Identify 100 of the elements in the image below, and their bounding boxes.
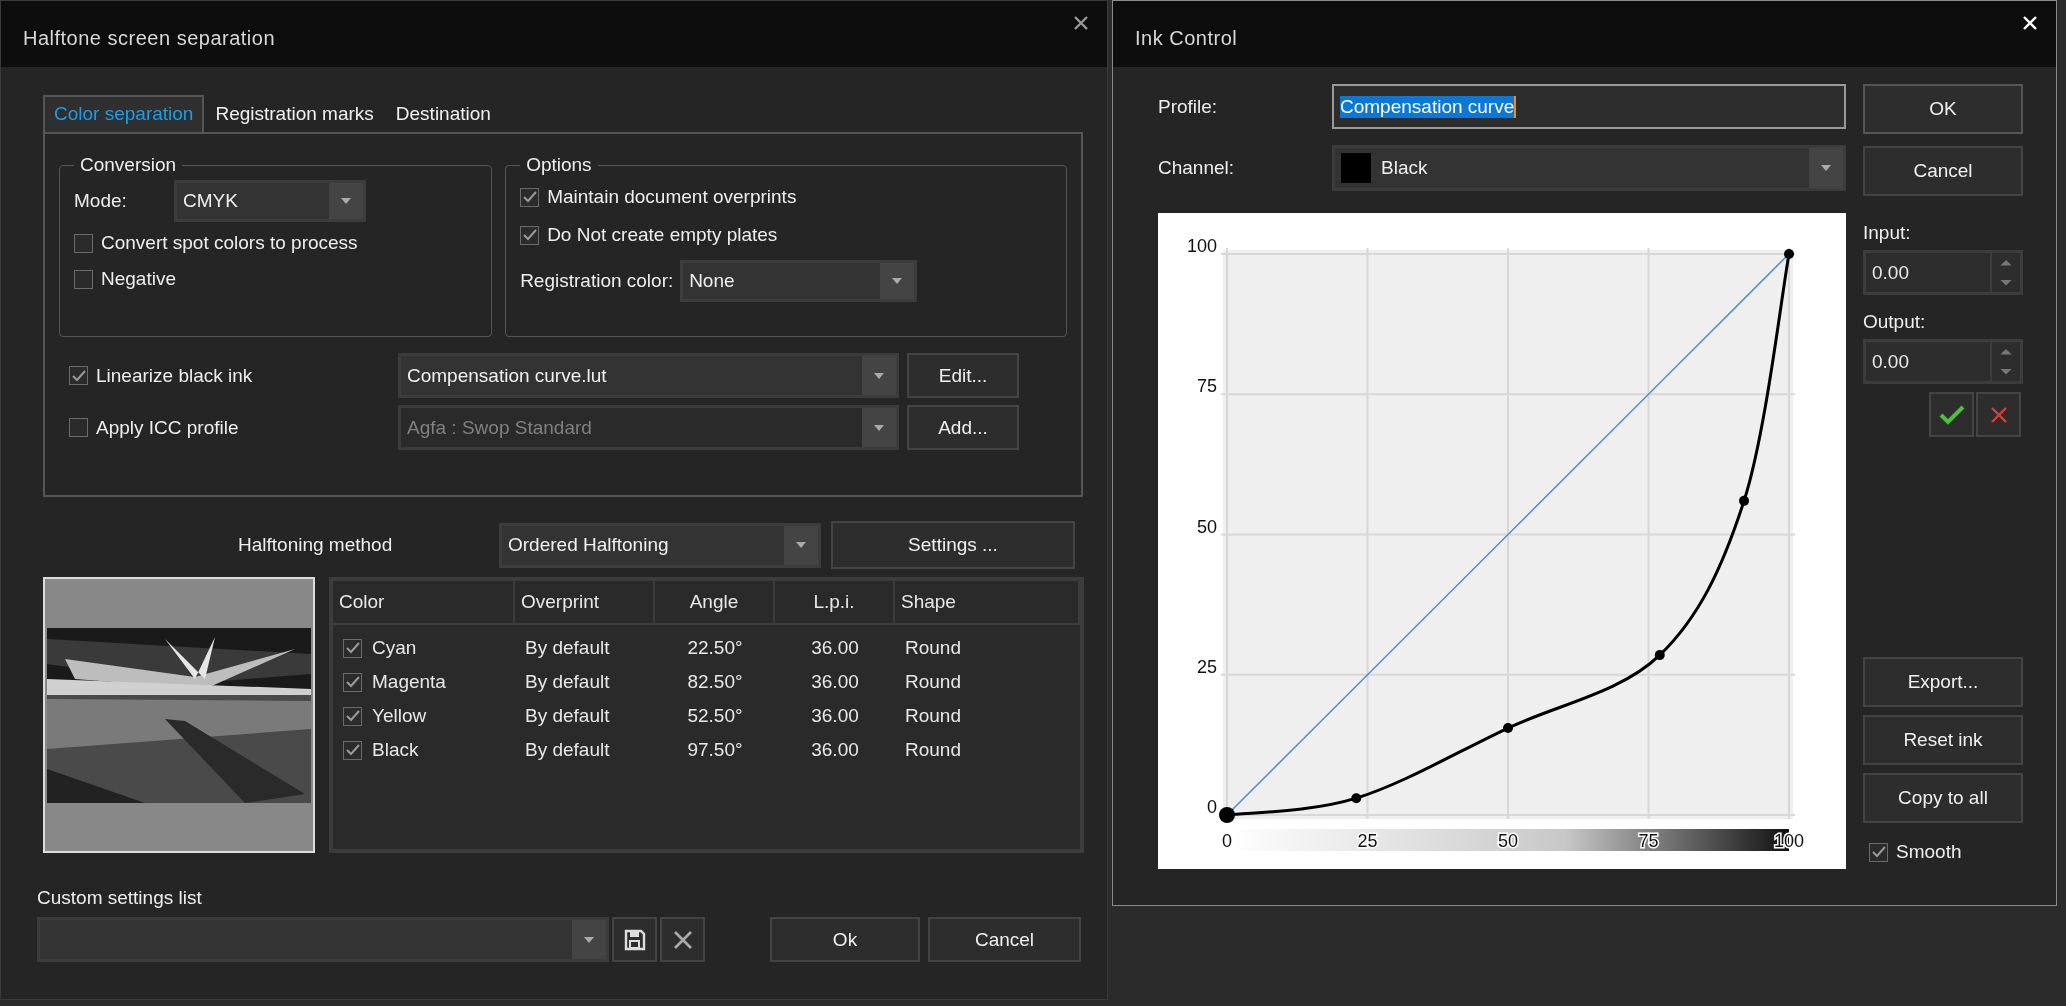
button[interactable]: Edit... <box>907 353 1019 398</box>
tab[interactable]: Registration marks <box>204 95 385 132</box>
column-header[interactable]: Overprint <box>515 581 655 623</box>
column-header[interactable]: Angle <box>655 581 775 623</box>
dropdown[interactable]: CMYK <box>174 180 366 222</box>
caret-icon <box>1821 165 1831 171</box>
checkbox[interactable] <box>74 269 93 289</box>
checkbox[interactable] <box>520 187 540 207</box>
checkbox[interactable] <box>520 225 540 245</box>
axis-tick-label: 0 <box>1207 797 1217 817</box>
point <box>1654 650 1665 661</box>
group-title: Conversion <box>79 154 178 176</box>
checkbox-label: Do Not create empty plates <box>547 224 778 246</box>
table-cell-text: By default <box>524 637 611 659</box>
axis-tick-label: 100 <box>1186 236 1217 256</box>
caret-icon <box>874 424 884 431</box>
tab[interactable]: Destination <box>384 95 502 132</box>
column-header[interactable]: Color <box>333 581 515 623</box>
caret-icon <box>874 372 884 379</box>
delete-button[interactable] <box>660 917 705 962</box>
field-label: Input: <box>1863 222 1912 244</box>
button[interactable]: Cancel <box>1863 146 2023 196</box>
dropdown[interactable]: None <box>680 260 918 302</box>
window-title: Halftone screen separation <box>23 26 276 50</box>
table-cell-text: 22.50° <box>686 637 744 659</box>
checkbox-label: Smooth <box>1896 841 1962 863</box>
checkbox-label: Convert spot colors to process <box>101 232 358 254</box>
button[interactable]: Ok <box>770 917 920 962</box>
table-cell-text: 97.50° <box>686 739 744 761</box>
checkbox[interactable] <box>74 233 93 253</box>
column-header[interactable]: Shape <box>895 581 1080 623</box>
color-swatch <box>1341 153 1371 183</box>
axis-tick-label: 0 <box>1222 831 1232 851</box>
save-button[interactable] <box>612 917 657 962</box>
window-title: Ink Control <box>1135 26 1238 50</box>
point <box>1739 495 1750 506</box>
close-icon <box>672 929 693 950</box>
field-label: Channel: <box>1158 157 1236 179</box>
axis-tick-label: 50 <box>1196 516 1217 537</box>
tab[interactable]: Color separation <box>43 95 205 132</box>
point <box>1503 723 1513 734</box>
button[interactable]: Copy to all <box>1863 773 2023 823</box>
number-field[interactable]: 0.00 <box>1863 339 2023 384</box>
checkbox-label: Linearize black ink <box>96 364 253 387</box>
caret-icon <box>341 198 351 204</box>
field-label: Registration color: <box>520 270 675 292</box>
button[interactable]: Export... <box>1863 657 2023 707</box>
table-cell: Magenta <box>372 671 446 693</box>
dropdown[interactable]: Black <box>1332 145 1846 191</box>
checkbox[interactable] <box>343 740 362 760</box>
table-cell-text: 52.50° <box>686 705 744 727</box>
group-title: Options <box>525 154 593 176</box>
table-cell-text: 36.00 <box>810 637 860 659</box>
checkbox[interactable] <box>69 366 88 385</box>
dropdown[interactable]: Compensation curve.lut <box>398 353 899 398</box>
field-label: Output: <box>1863 311 1927 333</box>
field-label: Profile: <box>1158 95 1219 118</box>
axis-tick-label: 25 <box>1357 831 1378 851</box>
number-field[interactable]: 0.00 <box>1863 250 2023 295</box>
axis-tick-label: 75 <box>1196 376 1217 397</box>
checkbox[interactable] <box>1869 842 1888 862</box>
button[interactable]: OK <box>1863 84 2023 134</box>
checkmark-icon <box>1938 404 1965 425</box>
table-cell-text: 36.00 <box>810 705 860 727</box>
table-cell-text: Round <box>904 671 962 693</box>
discard-button[interactable] <box>1976 392 2021 437</box>
field-label: Halftoning method <box>238 534 394 556</box>
table-cell: Cyan <box>372 637 417 659</box>
table-cell: Yellow <box>372 705 427 727</box>
checkbox-label: Negative <box>101 268 176 290</box>
checkbox-label: Apply ICC profile <box>96 416 239 439</box>
field-label: Mode: <box>74 190 128 212</box>
point <box>1784 249 1794 259</box>
axis-tick-label: 25 <box>1196 656 1217 677</box>
caret-icon <box>584 936 594 943</box>
settings-button[interactable]: Settings ... <box>831 521 1075 569</box>
table-cell-text: By default <box>524 739 611 761</box>
dropdown[interactable]: Ordered Halftoning <box>499 522 821 568</box>
checkbox[interactable] <box>343 672 362 692</box>
button[interactable]: Reset ink <box>1863 715 2023 765</box>
checkbox[interactable] <box>343 638 362 658</box>
axis-tick-label: 50 <box>1498 831 1518 851</box>
table-cell-text: 36.00 <box>810 671 860 693</box>
input-field[interactable]: Compensation curve <box>1332 84 1846 129</box>
table-cell-text: 36.00 <box>810 739 860 761</box>
button[interactable]: Cancel <box>928 917 1081 962</box>
close-icon <box>1989 405 2008 424</box>
point <box>1351 793 1362 804</box>
close-icon[interactable] <box>1073 15 1089 31</box>
checkbox[interactable] <box>343 706 362 726</box>
apply-button[interactable] <box>1929 392 1974 437</box>
table-cell-text: Round <box>904 705 962 727</box>
column-header[interactable]: L.p.i. <box>775 581 895 623</box>
caret-icon <box>796 542 806 548</box>
table-cell-text: Round <box>904 637 962 659</box>
caret-icon <box>892 278 903 284</box>
table-cell: Black <box>372 739 419 761</box>
field-label: Custom settings list <box>37 887 203 909</box>
table-cell-text: 82.50° <box>686 671 744 693</box>
checkbox-label: Maintain document overprints <box>547 186 797 208</box>
